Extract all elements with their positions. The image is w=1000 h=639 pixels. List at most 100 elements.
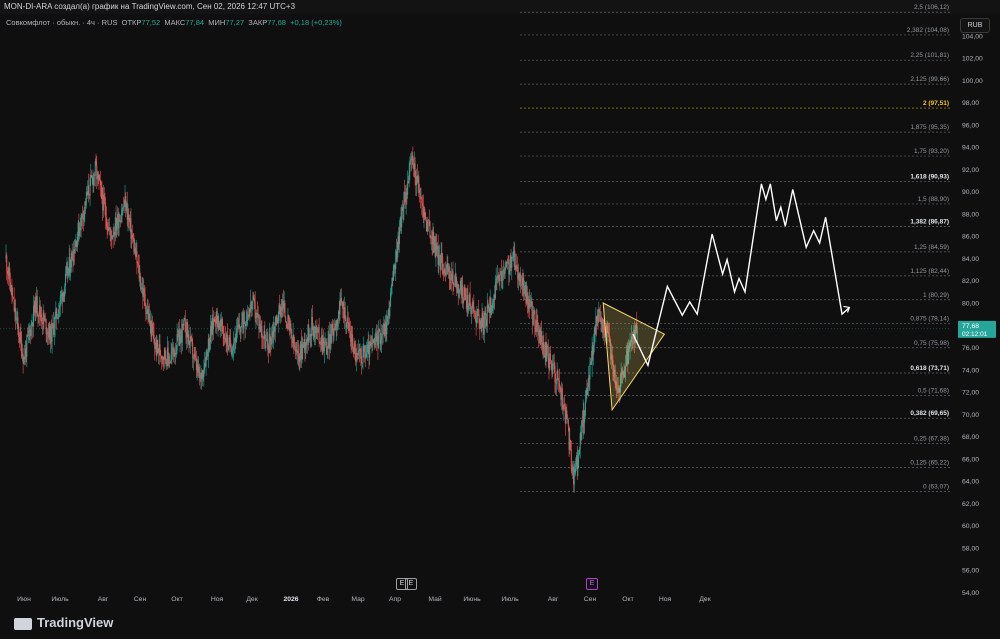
candle-body — [547, 347, 549, 359]
candle-body — [152, 332, 154, 335]
candle-body — [491, 311, 493, 314]
candle-body — [497, 275, 499, 279]
candle-body — [478, 314, 480, 324]
candle-body — [541, 331, 543, 343]
candle-body — [408, 172, 410, 184]
candle-body — [462, 299, 464, 304]
candle-body — [53, 328, 55, 335]
candle-body — [346, 323, 348, 328]
y-axis-tick-label: 80,00 — [962, 301, 979, 308]
candle-body — [398, 227, 400, 245]
y-axis-tick-label: 100,00 — [962, 78, 983, 85]
x-axis-tick-label: Сен — [584, 596, 597, 603]
candle-body — [482, 312, 484, 317]
candle-body — [140, 276, 142, 289]
candle-body — [236, 327, 238, 343]
candle-body — [59, 296, 61, 306]
candle-body — [374, 337, 376, 345]
y-axis-tick-label: 94,00 — [962, 145, 979, 152]
candle-body — [458, 291, 460, 294]
candle-body — [253, 295, 255, 299]
candle-body — [404, 192, 406, 193]
candle-body — [348, 322, 350, 330]
x-axis-tick-label: Апр — [389, 596, 401, 603]
candle-body — [205, 351, 207, 367]
candle-body — [251, 302, 253, 310]
candle-body — [195, 356, 197, 358]
candle-body — [574, 468, 576, 473]
candle-body — [474, 313, 476, 314]
candle-body — [233, 341, 235, 344]
candle-body — [64, 286, 66, 297]
candle-body — [45, 319, 47, 334]
candle-body — [6, 271, 8, 274]
candle-body — [319, 341, 321, 344]
candle-body — [477, 308, 479, 315]
candle-body — [284, 303, 286, 318]
candle-body — [449, 278, 451, 279]
candle-body — [361, 362, 363, 364]
x-axis-tick-label: Июнь — [463, 596, 481, 603]
candle-body — [349, 330, 351, 338]
fib-level-label: 0,5 (71,68) — [918, 388, 949, 395]
y-axis-tick-label: 54,00 — [962, 590, 979, 597]
candle-body — [54, 315, 56, 329]
candle-body — [378, 328, 380, 348]
candle-body — [36, 295, 38, 314]
candle-body — [409, 160, 411, 173]
candle-body — [297, 350, 299, 356]
candle-body — [546, 345, 548, 362]
candle-body — [103, 194, 105, 203]
candle-body — [485, 312, 487, 320]
y-axis-tick-label: 58,00 — [962, 545, 979, 552]
candle-body — [444, 269, 446, 274]
y-axis-tick-label: 70,00 — [962, 412, 979, 419]
candle-body — [523, 286, 525, 295]
candle-body — [584, 400, 586, 416]
x-axis-tick-label: Сен — [134, 596, 147, 603]
candle-body — [190, 336, 192, 340]
candle-body — [587, 386, 589, 395]
fib-level-label: 1,5 (88,90) — [918, 196, 949, 203]
candle-body — [549, 353, 551, 361]
y-axis-tick-label: 96,00 — [962, 122, 979, 129]
candle-body — [181, 323, 183, 343]
y-axis-tick-label: 68,00 — [962, 434, 979, 441]
candle-body — [146, 311, 148, 314]
candle-body — [291, 328, 293, 339]
candle-body — [303, 342, 305, 348]
y-axis-tick-label: 86,00 — [962, 234, 979, 241]
price-chart[interactable]: 2,5 (106,12) 2,382 (104,08) 2,25 (101,81) 2… — [0, 0, 1000, 639]
candle-body — [526, 292, 528, 304]
candle-body — [293, 335, 295, 347]
candle-body — [274, 324, 276, 333]
candle-body — [494, 282, 496, 299]
earnings-event-icon[interactable]: E — [586, 578, 598, 590]
candle-body — [192, 342, 194, 359]
candle-body — [441, 253, 443, 258]
candle-body — [570, 439, 572, 450]
candle-body — [60, 295, 62, 297]
candle-body — [30, 323, 32, 337]
candle-body — [554, 365, 556, 382]
candle-body — [20, 332, 22, 340]
candle-body — [425, 212, 427, 220]
candle-body — [159, 344, 161, 355]
candle-body — [153, 334, 155, 344]
x-axis-tick-label: Дек — [699, 596, 710, 603]
candle-body — [110, 229, 112, 236]
candle-body — [504, 268, 506, 274]
candle-body — [386, 322, 388, 335]
earnings-event-icon[interactable]: E — [405, 578, 417, 590]
candle-body — [352, 334, 354, 348]
candle-body — [552, 363, 554, 375]
fib-level-label: 0,75 (75,98) — [914, 340, 949, 347]
candle-body — [169, 362, 171, 363]
candle-body — [314, 333, 316, 338]
candle-body — [468, 306, 470, 311]
fib-level-label: 2,382 (104,08) — [907, 27, 949, 34]
candle-body — [358, 350, 360, 356]
candle-body — [381, 334, 383, 342]
x-axis-tick-label: Ноя — [211, 596, 224, 603]
candle-body — [382, 334, 384, 335]
